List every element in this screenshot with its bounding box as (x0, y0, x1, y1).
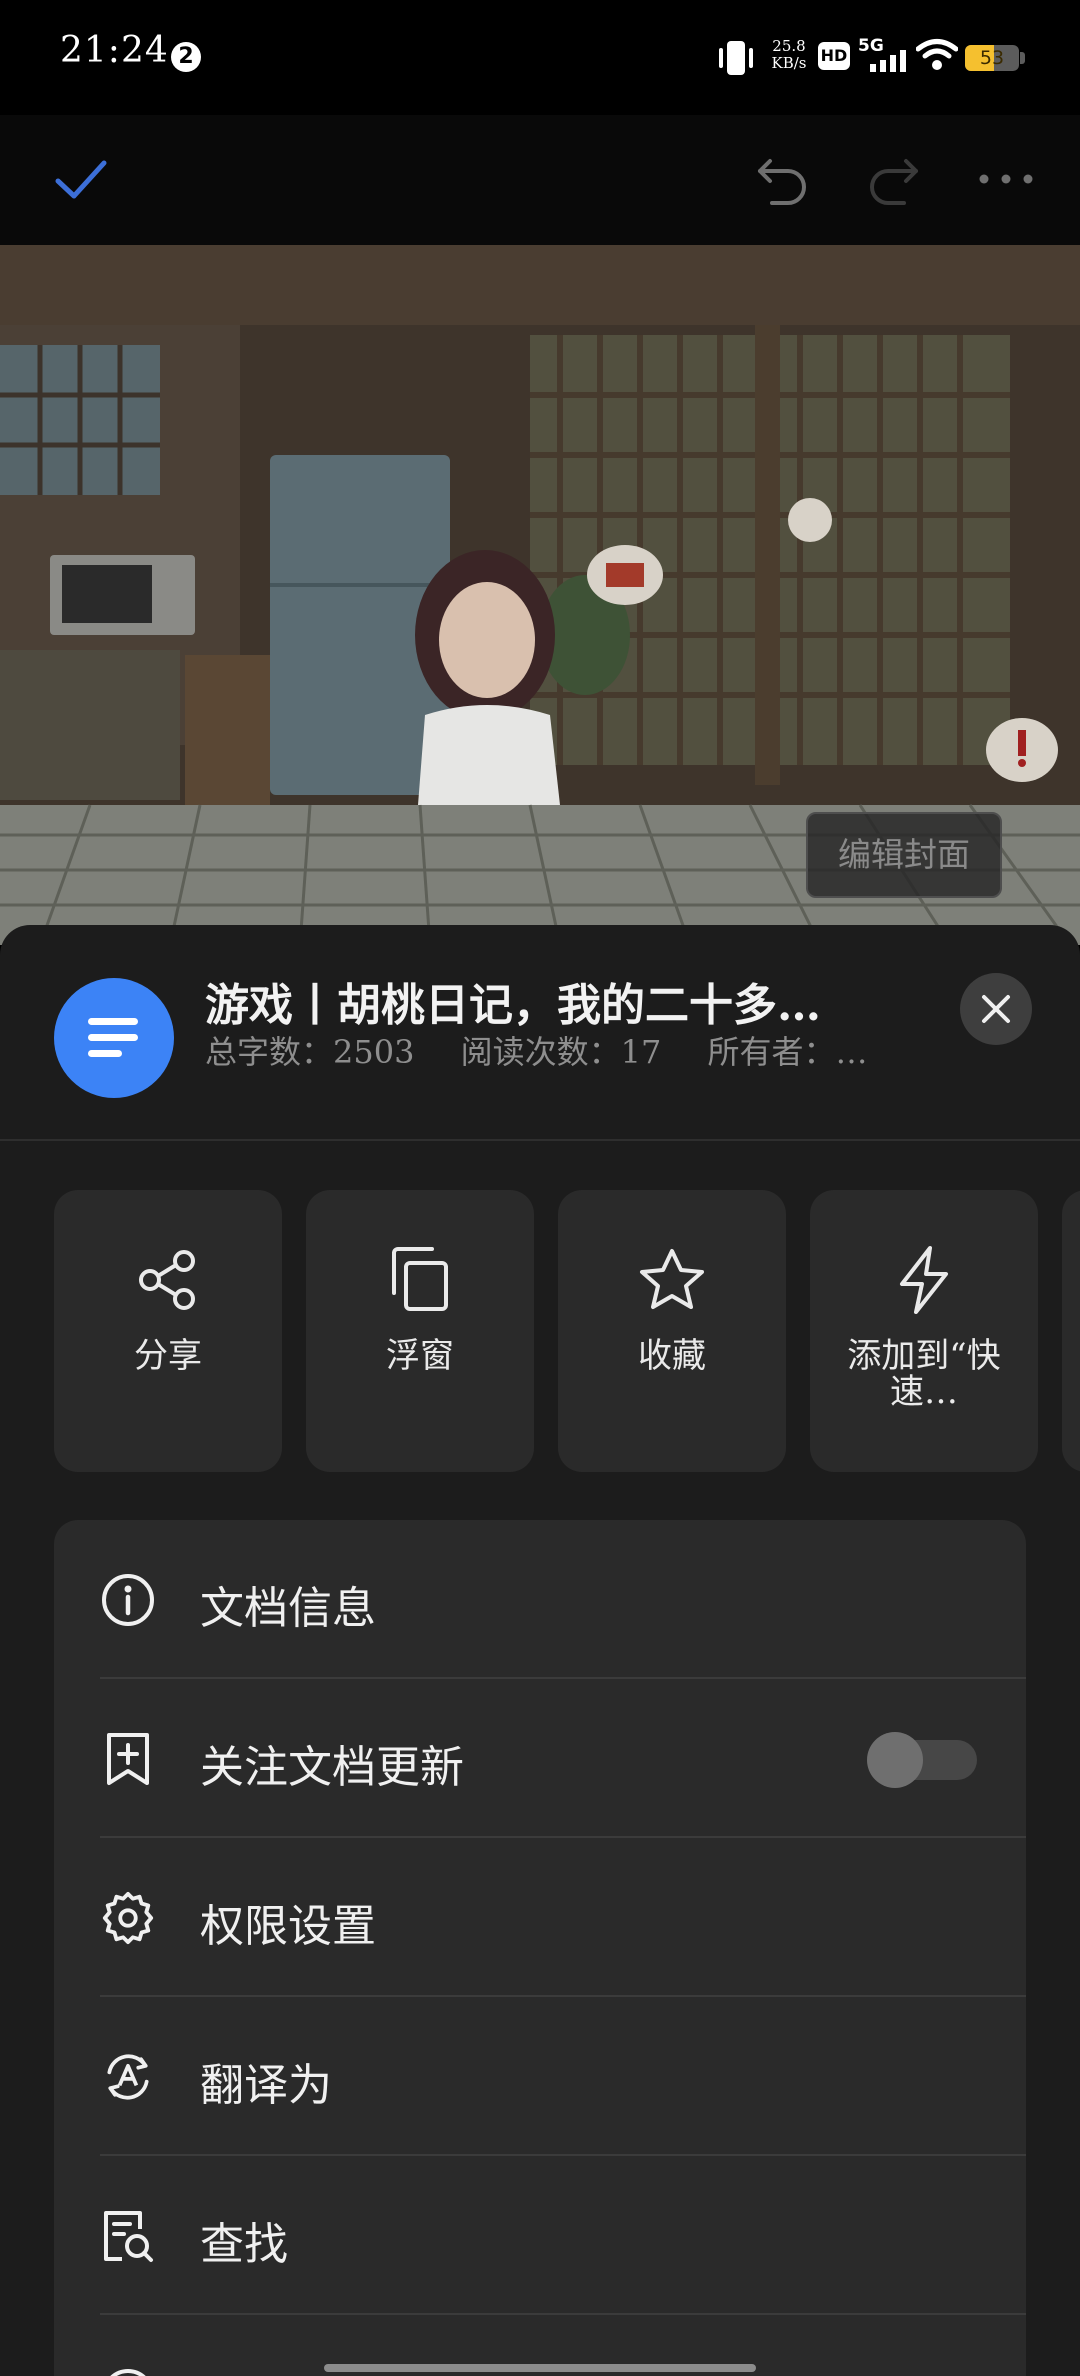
edit-cover-button[interactable]: 编辑封面 (806, 812, 1002, 898)
bookmark-plus-icon (107, 1733, 149, 1785)
battery-icon: 53 (965, 45, 1019, 71)
document-owner: 所有者：… (707, 1033, 868, 1071)
notification-count-badge: 2 (171, 42, 201, 72)
follow-updates-item[interactable]: 关注文档更新 (54, 1679, 1026, 1838)
share-label: 分享 (134, 1336, 202, 1376)
follow-updates-label: 关注文档更新 (200, 1742, 464, 1793)
undo-button[interactable] (746, 143, 818, 215)
word-count: 总字数：2503 (205, 1033, 415, 1071)
document-icon (54, 978, 174, 1098)
share-button[interactable]: 分享 (54, 1190, 282, 1472)
vibrate-icon (719, 41, 753, 75)
star-icon (640, 1249, 704, 1309)
checkmark-icon (55, 160, 107, 199)
redo-icon (870, 159, 918, 205)
lightning-icon (900, 1246, 948, 1314)
close-button[interactable] (960, 973, 1032, 1045)
home-indicator[interactable] (324, 2364, 756, 2372)
cover-image: 编辑封面 (0, 245, 1080, 945)
document-info-label: 文档信息 (200, 1583, 376, 1634)
translate-label: 翻译为 (200, 2060, 332, 2111)
translate-item[interactable]: 翻译为 (54, 1997, 1026, 2156)
header-divider (0, 1139, 1080, 1141)
follow-updates-toggle[interactable] (867, 1732, 977, 1788)
find-in-document-icon (104, 2211, 153, 2262)
editor-toolbar (0, 115, 1080, 245)
permission-settings-item[interactable]: 权限设置 (54, 1838, 1026, 1997)
battery-cap (1020, 52, 1025, 64)
wifi-icon (916, 39, 958, 70)
undo-icon (758, 159, 806, 205)
floating-window-button[interactable]: 浮窗 (306, 1190, 534, 1472)
toggle-knob (867, 1732, 923, 1788)
confirm-button[interactable] (44, 143, 116, 215)
favorite-button[interactable]: 收藏 (558, 1190, 786, 1472)
status-bar: 21:24 2 25.8 KB/s HD 5G 53 (0, 0, 1080, 115)
more-icon (979, 174, 1033, 184)
more-action-card[interactable] (1062, 1190, 1080, 1472)
favorite-label: 收藏 (638, 1336, 706, 1376)
info-icon (102, 1574, 154, 1626)
redo-button[interactable] (858, 143, 930, 215)
document-menu: 文档信息 关注文档更新 权限设置 翻译为 查找 (54, 1520, 1026, 2376)
translate-icon (107, 2054, 149, 2100)
partial-icon (110, 2369, 146, 2376)
share-icon (139, 1250, 195, 1310)
find-item[interactable]: 查找 (54, 2156, 1026, 2315)
network-speed: 25.8 KB/s (771, 37, 807, 72)
cellular-signal-icon: 5G (858, 36, 908, 74)
gear-icon (102, 1891, 154, 1945)
find-label: 查找 (200, 2219, 288, 2270)
add-to-quick-access-label: 添加到“快速… (847, 1336, 1001, 1412)
add-to-quick-access-button[interactable]: 添加到“快速… (810, 1190, 1038, 1472)
floating-window-icon (392, 1247, 448, 1311)
document-title: 游戏丨胡桃日记，我的二十多… (205, 980, 821, 1031)
text-lines-icon (88, 1018, 138, 1057)
document-action-sheet: 游戏丨胡桃日记，我的二十多… 总字数：2503 阅读次数：17 所有者：… 分享 (0, 925, 1080, 2376)
document-info-item[interactable]: 文档信息 (54, 1520, 1026, 1679)
clock: 21:24 (60, 30, 169, 71)
hd-voice-icon: HD (818, 42, 850, 70)
floating-window-label: 浮窗 (386, 1336, 454, 1376)
quick-actions-row: 分享 浮窗 收藏 添加到“快速… (54, 1190, 1080, 1472)
permission-settings-label: 权限设置 (200, 1901, 376, 1952)
close-icon (982, 995, 1010, 1023)
document-meta: 总字数：2503 阅读次数：17 所有者：… (205, 1027, 895, 1073)
read-count: 阅读次数：17 (460, 1033, 662, 1071)
more-button[interactable] (970, 143, 1042, 215)
battery-level: 53 (979, 47, 1005, 69)
